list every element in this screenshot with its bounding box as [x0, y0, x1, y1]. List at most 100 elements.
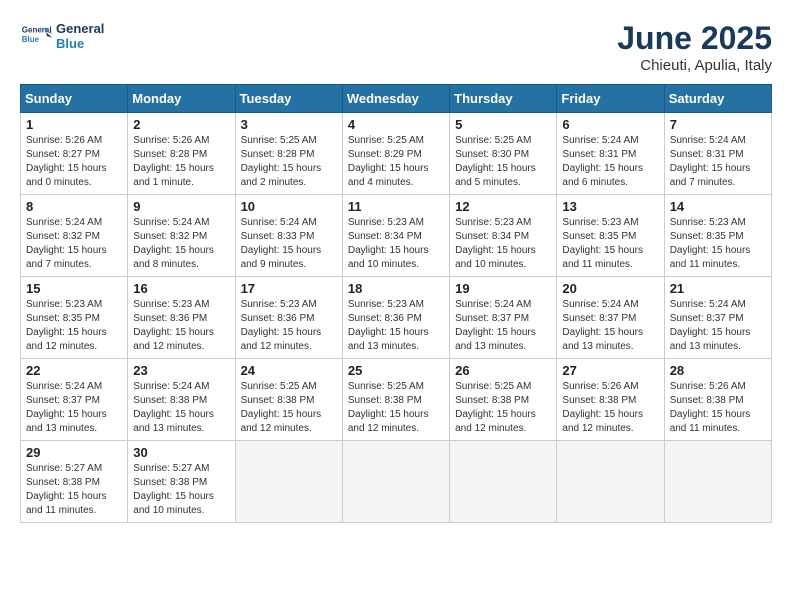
day-number: 4	[348, 117, 444, 132]
daylight-label: Daylight: 15 hours and 12 minutes.	[241, 409, 322, 434]
sunrise-label: Sunrise: 5:24 AM	[562, 135, 638, 146]
daylight-label: Daylight: 15 hours and 12 minutes.	[562, 409, 643, 434]
daylight-label: Daylight: 15 hours and 7 minutes.	[26, 245, 107, 270]
day-info: Sunrise: 5:23 AM Sunset: 8:35 PM Dayligh…	[670, 216, 766, 272]
daylight-label: Daylight: 15 hours and 13 minutes.	[455, 327, 536, 352]
sunrise-label: Sunrise: 5:24 AM	[26, 381, 102, 392]
calendar-cell: 8 Sunrise: 5:24 AM Sunset: 8:32 PM Dayli…	[21, 195, 128, 277]
day-number: 3	[241, 117, 337, 132]
day-info: Sunrise: 5:24 AM Sunset: 8:37 PM Dayligh…	[670, 298, 766, 354]
sunset-label: Sunset: 8:29 PM	[348, 149, 422, 160]
sunrise-label: Sunrise: 5:23 AM	[348, 217, 424, 228]
sunset-label: Sunset: 8:35 PM	[670, 231, 744, 242]
page-header: General Blue General Blue June 2025 Chie…	[20, 20, 772, 74]
sunrise-label: Sunrise: 5:25 AM	[455, 135, 531, 146]
calendar-header-tuesday: Tuesday	[235, 85, 342, 113]
sunset-label: Sunset: 8:28 PM	[241, 149, 315, 160]
day-info: Sunrise: 5:23 AM Sunset: 8:35 PM Dayligh…	[26, 298, 122, 354]
day-number: 23	[133, 363, 229, 378]
month-title: June 2025	[617, 20, 772, 57]
sunrise-label: Sunrise: 5:23 AM	[455, 217, 531, 228]
calendar-cell: 10 Sunrise: 5:24 AM Sunset: 8:33 PM Dayl…	[235, 195, 342, 277]
day-info: Sunrise: 5:27 AM Sunset: 8:38 PM Dayligh…	[133, 462, 229, 518]
sunset-label: Sunset: 8:36 PM	[348, 313, 422, 324]
sunset-label: Sunset: 8:37 PM	[670, 313, 744, 324]
sunrise-label: Sunrise: 5:23 AM	[670, 217, 746, 228]
daylight-label: Daylight: 15 hours and 7 minutes.	[670, 163, 751, 188]
sunset-label: Sunset: 8:37 PM	[562, 313, 636, 324]
sunrise-label: Sunrise: 5:23 AM	[562, 217, 638, 228]
logo-blue: Blue	[56, 36, 104, 51]
calendar-cell: 11 Sunrise: 5:23 AM Sunset: 8:34 PM Dayl…	[342, 195, 449, 277]
calendar-cell	[557, 441, 664, 523]
calendar-header-row: SundayMondayTuesdayWednesdayThursdayFrid…	[21, 85, 772, 113]
day-info: Sunrise: 5:26 AM Sunset: 8:38 PM Dayligh…	[670, 380, 766, 436]
sunrise-label: Sunrise: 5:24 AM	[670, 299, 746, 310]
day-info: Sunrise: 5:25 AM Sunset: 8:30 PM Dayligh…	[455, 134, 551, 190]
daylight-label: Daylight: 15 hours and 0 minutes.	[26, 163, 107, 188]
sunrise-label: Sunrise: 5:26 AM	[670, 381, 746, 392]
day-number: 7	[670, 117, 766, 132]
calendar-cell: 20 Sunrise: 5:24 AM Sunset: 8:37 PM Dayl…	[557, 277, 664, 359]
day-number: 5	[455, 117, 551, 132]
sunset-label: Sunset: 8:34 PM	[348, 231, 422, 242]
day-number: 17	[241, 281, 337, 296]
daylight-label: Daylight: 15 hours and 9 minutes.	[241, 245, 322, 270]
sunset-label: Sunset: 8:38 PM	[562, 395, 636, 406]
day-info: Sunrise: 5:25 AM Sunset: 8:38 PM Dayligh…	[348, 380, 444, 436]
day-info: Sunrise: 5:24 AM Sunset: 8:32 PM Dayligh…	[26, 216, 122, 272]
daylight-label: Daylight: 15 hours and 11 minutes.	[670, 409, 751, 434]
location: Chieuti, Apulia, Italy	[617, 57, 772, 74]
sunset-label: Sunset: 8:31 PM	[562, 149, 636, 160]
day-info: Sunrise: 5:23 AM Sunset: 8:36 PM Dayligh…	[133, 298, 229, 354]
sunset-label: Sunset: 8:38 PM	[348, 395, 422, 406]
sunrise-label: Sunrise: 5:26 AM	[133, 135, 209, 146]
calendar-cell: 18 Sunrise: 5:23 AM Sunset: 8:36 PM Dayl…	[342, 277, 449, 359]
sunrise-label: Sunrise: 5:25 AM	[348, 381, 424, 392]
daylight-label: Daylight: 15 hours and 13 minutes.	[670, 327, 751, 352]
daylight-label: Daylight: 15 hours and 13 minutes.	[26, 409, 107, 434]
sunset-label: Sunset: 8:32 PM	[26, 231, 100, 242]
title-section: June 2025 Chieuti, Apulia, Italy	[617, 20, 772, 74]
day-info: Sunrise: 5:23 AM Sunset: 8:34 PM Dayligh…	[455, 216, 551, 272]
calendar-cell: 4 Sunrise: 5:25 AM Sunset: 8:29 PM Dayli…	[342, 113, 449, 195]
day-info: Sunrise: 5:23 AM Sunset: 8:35 PM Dayligh…	[562, 216, 658, 272]
day-number: 30	[133, 445, 229, 460]
daylight-label: Daylight: 15 hours and 12 minutes.	[133, 327, 214, 352]
daylight-label: Daylight: 15 hours and 11 minutes.	[562, 245, 643, 270]
sunset-label: Sunset: 8:31 PM	[670, 149, 744, 160]
day-number: 11	[348, 199, 444, 214]
daylight-label: Daylight: 15 hours and 12 minutes.	[455, 409, 536, 434]
calendar-cell: 25 Sunrise: 5:25 AM Sunset: 8:38 PM Dayl…	[342, 359, 449, 441]
day-number: 15	[26, 281, 122, 296]
sunset-label: Sunset: 8:37 PM	[455, 313, 529, 324]
day-info: Sunrise: 5:27 AM Sunset: 8:38 PM Dayligh…	[26, 462, 122, 518]
calendar-header-monday: Monday	[128, 85, 235, 113]
sunrise-label: Sunrise: 5:24 AM	[455, 299, 531, 310]
sunrise-label: Sunrise: 5:26 AM	[26, 135, 102, 146]
calendar-cell: 29 Sunrise: 5:27 AM Sunset: 8:38 PM Dayl…	[21, 441, 128, 523]
calendar-cell: 24 Sunrise: 5:25 AM Sunset: 8:38 PM Dayl…	[235, 359, 342, 441]
calendar-header-sunday: Sunday	[21, 85, 128, 113]
calendar-cell: 19 Sunrise: 5:24 AM Sunset: 8:37 PM Dayl…	[450, 277, 557, 359]
day-number: 13	[562, 199, 658, 214]
day-info: Sunrise: 5:25 AM Sunset: 8:28 PM Dayligh…	[241, 134, 337, 190]
day-number: 16	[133, 281, 229, 296]
sunset-label: Sunset: 8:35 PM	[562, 231, 636, 242]
sunrise-label: Sunrise: 5:23 AM	[26, 299, 102, 310]
calendar-week-1: 8 Sunrise: 5:24 AM Sunset: 8:32 PM Dayli…	[21, 195, 772, 277]
calendar-cell: 17 Sunrise: 5:23 AM Sunset: 8:36 PM Dayl…	[235, 277, 342, 359]
day-info: Sunrise: 5:24 AM Sunset: 8:37 PM Dayligh…	[455, 298, 551, 354]
day-info: Sunrise: 5:23 AM Sunset: 8:36 PM Dayligh…	[241, 298, 337, 354]
daylight-label: Daylight: 15 hours and 11 minutes.	[670, 245, 751, 270]
sunrise-label: Sunrise: 5:23 AM	[133, 299, 209, 310]
day-number: 24	[241, 363, 337, 378]
day-info: Sunrise: 5:24 AM Sunset: 8:38 PM Dayligh…	[133, 380, 229, 436]
sunrise-label: Sunrise: 5:25 AM	[241, 381, 317, 392]
calendar-cell: 23 Sunrise: 5:24 AM Sunset: 8:38 PM Dayl…	[128, 359, 235, 441]
calendar-week-2: 15 Sunrise: 5:23 AM Sunset: 8:35 PM Dayl…	[21, 277, 772, 359]
calendar-cell: 14 Sunrise: 5:23 AM Sunset: 8:35 PM Dayl…	[664, 195, 771, 277]
daylight-label: Daylight: 15 hours and 12 minutes.	[348, 409, 429, 434]
daylight-label: Daylight: 15 hours and 8 minutes.	[133, 245, 214, 270]
sunrise-label: Sunrise: 5:24 AM	[241, 217, 317, 228]
